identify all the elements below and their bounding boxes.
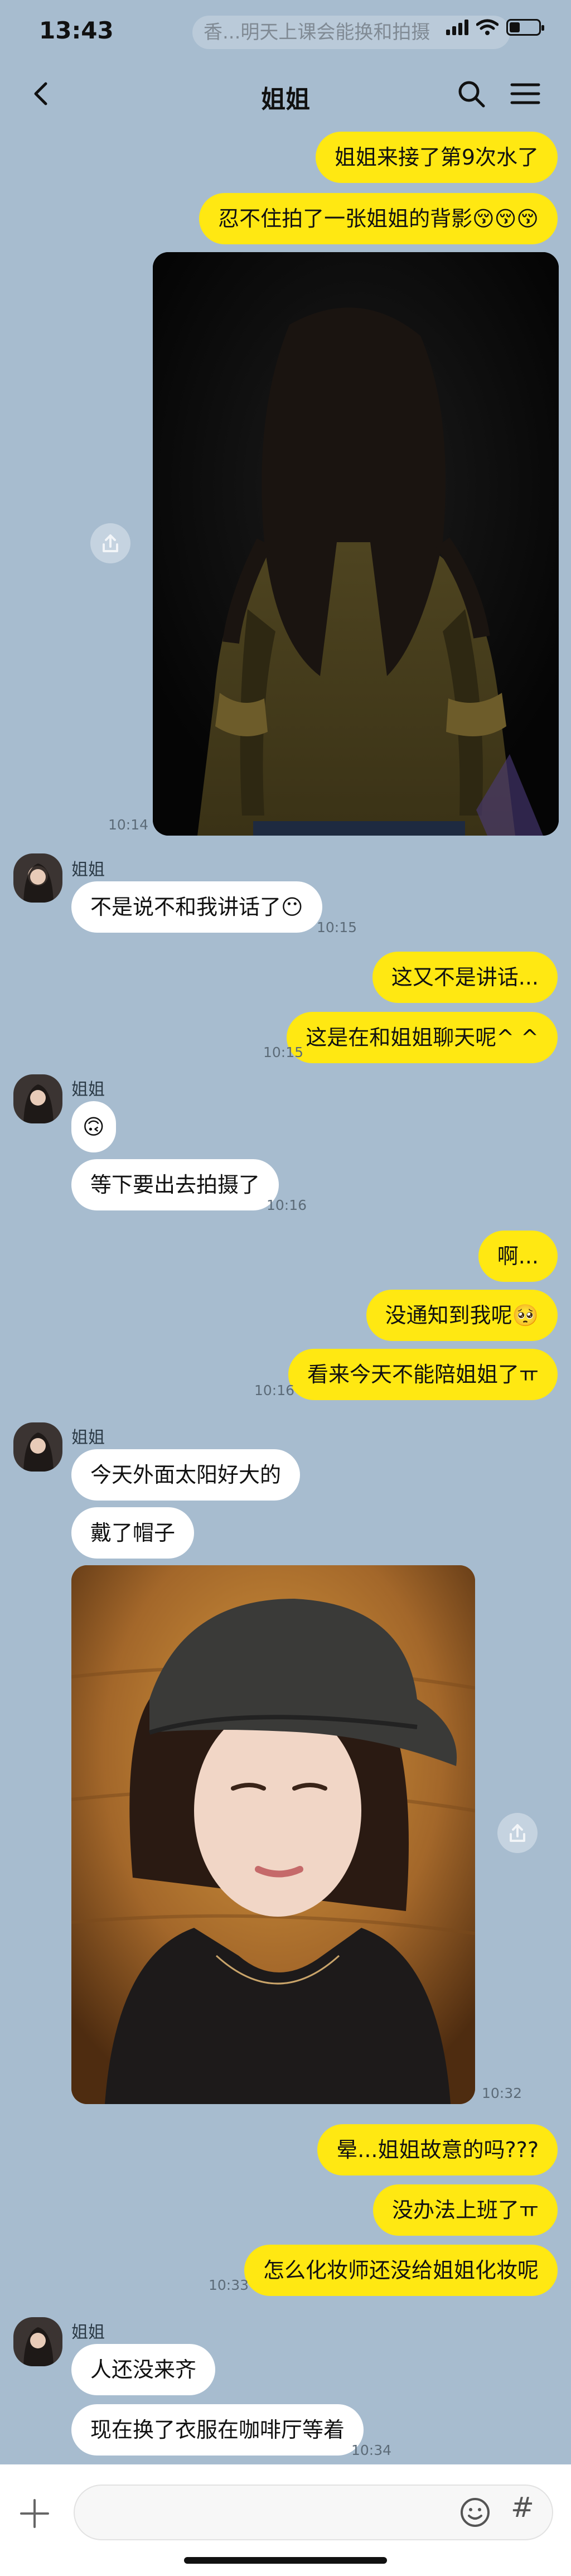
sender-name: 姐姐: [71, 1428, 105, 1448]
outgoing-message[interactable]: 没办法上班了ㅠ: [373, 2184, 558, 2236]
incoming-message[interactable]: 等下要出去拍摄了: [71, 1159, 279, 1210]
sender-name: 姐姐: [71, 860, 105, 880]
cellular-signal-icon: [446, 20, 468, 35]
timestamp: 10:34: [351, 2442, 392, 2458]
status-bar: 13:43 香...明天上课会能换和拍摄: [0, 0, 571, 65]
outgoing-message[interactable]: 啊...: [478, 1231, 558, 1282]
incoming-message[interactable]: 戴了帽子: [71, 1507, 195, 1559]
avatar-image: [13, 853, 62, 903]
timestamp: 10:15: [317, 919, 357, 935]
hashtag-button[interactable]: #: [511, 2491, 534, 2524]
outgoing-message[interactable]: 晕...姐姐故意的吗???: [317, 2124, 558, 2175]
share-button[interactable]: [90, 523, 130, 563]
outgoing-message[interactable]: 看来今天不能陪姐姐了ㅠ: [288, 1349, 558, 1400]
incoming-message[interactable]: 人还没来齐: [71, 2344, 216, 2395]
incoming-message[interactable]: 不是说不和我讲话了😶: [71, 881, 322, 933]
avatar[interactable]: [13, 1422, 62, 1472]
timestamp: 10:14: [108, 817, 149, 833]
photo-woman-cap-selfie: [71, 1565, 475, 2104]
timestamp: 10:16: [267, 1197, 307, 1213]
photo-message-back-view[interactable]: [153, 252, 559, 836]
hamburger-menu-icon[interactable]: [507, 77, 543, 110]
avatar-image: [13, 1074, 62, 1123]
timestamp: 10:15: [263, 1044, 304, 1060]
share-icon: [510, 1824, 525, 1842]
battery-level: [510, 22, 520, 32]
wifi-icon: [476, 19, 499, 35]
timestamp: 10:33: [209, 2277, 249, 2293]
sender-name: 姐姐: [71, 2323, 105, 2342]
avatar-image: [13, 1422, 62, 1472]
incoming-message[interactable]: 🙃: [71, 1101, 116, 1152]
avatar[interactable]: [13, 1074, 62, 1123]
outgoing-message[interactable]: 这又不是讲话...: [372, 952, 558, 1003]
incoming-message[interactable]: 今天外面太阳好大的: [71, 1449, 301, 1501]
status-time: 13:43: [39, 17, 114, 44]
share-icon: [103, 534, 118, 552]
chat-header: 姐姐: [0, 65, 571, 126]
avatar[interactable]: [13, 2317, 62, 2366]
timestamp: 10:32: [482, 2085, 522, 2101]
outgoing-message[interactable]: 姐姐来接了第9次水了: [315, 132, 558, 183]
share-button[interactable]: [497, 1813, 538, 1853]
status-icons: [446, 19, 544, 36]
plus-icon[interactable]: [17, 2496, 52, 2531]
outgoing-message[interactable]: 没通知到我呢🥺: [366, 1290, 558, 1341]
battery-icon: [506, 19, 544, 36]
emoji-icon[interactable]: [458, 2496, 492, 2529]
photo-woman-back-view: [153, 252, 559, 836]
timestamp: 10:16: [254, 1382, 295, 1398]
photo-message-selfie[interactable]: [71, 1565, 475, 2104]
incoming-message[interactable]: 现在换了衣服在咖啡厅等着: [71, 2404, 364, 2456]
outgoing-message[interactable]: 忍不住拍了一张姐姐的背影😚😚😚: [199, 193, 558, 244]
outgoing-message[interactable]: 这是在和姐姐聊天呢^ ^: [287, 1012, 558, 1063]
outgoing-message[interactable]: 怎么化妆师还没给姐姐化妆呢: [244, 2245, 558, 2296]
avatar-image: [13, 2317, 62, 2366]
avatar[interactable]: [13, 853, 62, 903]
sender-name: 姐姐: [71, 1080, 105, 1099]
home-indicator: [184, 2557, 387, 2564]
search-icon[interactable]: [454, 77, 488, 110]
chat-title: 姐姐: [261, 85, 310, 114]
chevron-left-icon[interactable]: [25, 77, 58, 110]
